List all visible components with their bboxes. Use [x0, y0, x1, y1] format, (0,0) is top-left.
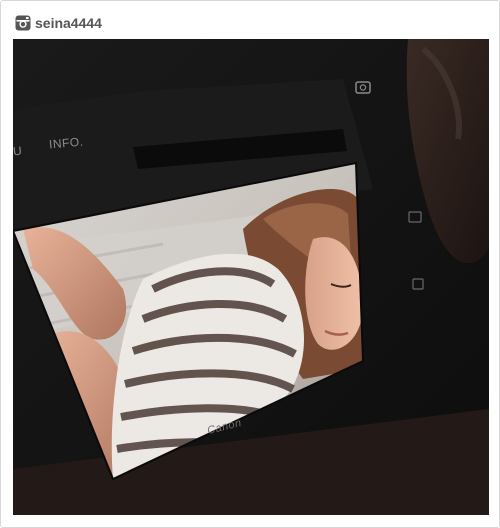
instagram-icon: [15, 15, 31, 31]
camera-info-label: INFO.: [48, 134, 85, 152]
post-header: seina4444: [15, 13, 102, 33]
post-photo: U INFO. Canon: [13, 39, 489, 515]
camera-lcd-photo: [13, 39, 489, 515]
instagram-post-card: seina4444 U INFO. Canon: [0, 0, 500, 528]
camera-menu-label: U: [13, 143, 23, 159]
username[interactable]: seina4444: [35, 15, 102, 31]
